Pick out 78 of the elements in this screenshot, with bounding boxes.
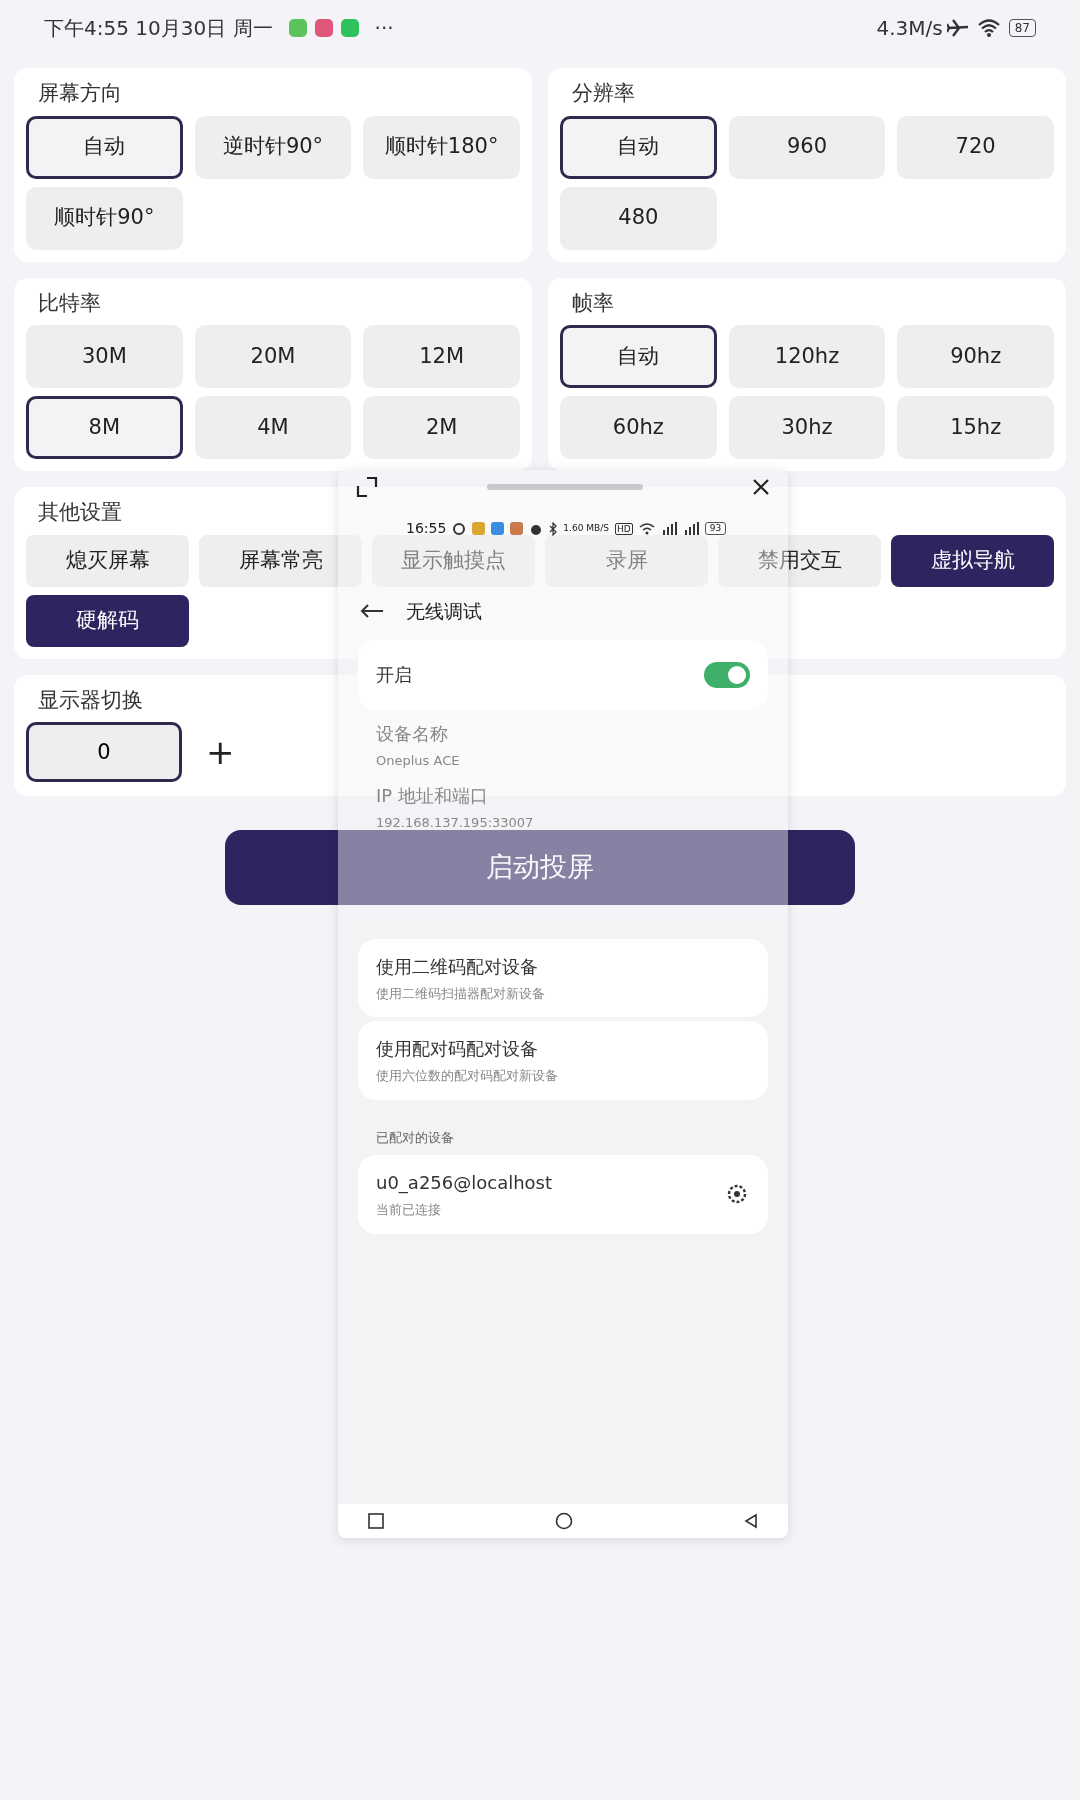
hd-indicator: HD — [614, 522, 633, 535]
option-button[interactable]: 逆时针90° — [194, 115, 352, 179]
add-button[interactable]: + — [206, 735, 235, 769]
option-button[interactable]: 720 — [897, 115, 1054, 179]
toggle-switch[interactable] — [704, 661, 750, 688]
battery-indicator: 93 — [704, 522, 727, 535]
device-status: 当前已连接 — [376, 1201, 442, 1219]
toggle-button[interactable]: 屏幕常亮 — [199, 534, 362, 587]
toggle-button[interactable]: 录屏 — [545, 534, 708, 587]
toggle-row[interactable]: 开启 — [358, 639, 768, 710]
option-button[interactable]: 20M — [194, 325, 352, 388]
option-button[interactable]: 自动 — [560, 325, 717, 388]
item-title: 使用配对码配对设备 — [376, 1037, 539, 1061]
airplane-icon — [946, 18, 969, 38]
section-title: 帧率 — [572, 289, 614, 317]
option-button[interactable]: 60hz — [560, 396, 717, 459]
item-title: 使用二维码配对设备 — [376, 954, 539, 979]
recents-button[interactable] — [368, 1513, 384, 1529]
item-title: IP 地址和端口 — [376, 784, 489, 808]
list-item[interactable]: 使用配对码配对设备 使用六位数的配对码配对新设备 — [358, 1021, 768, 1100]
back-arrow-icon[interactable] — [360, 603, 384, 620]
item-subtitle: 使用二维码扫描器配对新设备 — [376, 984, 546, 1003]
network-speed: 4.3M/s — [876, 15, 943, 42]
toggle-button[interactable]: 硬解码 — [26, 594, 189, 647]
option-button[interactable]: 960 — [728, 115, 886, 179]
toggle-button[interactable]: 熄灭屏幕 — [26, 534, 189, 587]
option-button[interactable]: 自动 — [26, 115, 183, 179]
section-title: 显示器切换 — [38, 686, 143, 714]
more-indicator: ··· — [374, 15, 394, 42]
wifi-icon — [638, 522, 655, 535]
item-subtitle: Oneplus ACE — [376, 751, 461, 770]
option-button[interactable]: 90hz — [897, 325, 1054, 388]
data-speed: 1.60 MB/S — [563, 521, 609, 535]
start-button[interactable]: 启动投屏 — [225, 830, 855, 905]
paired-device-item[interactable]: u0_a256@localhost 当前已连接 — [358, 1155, 768, 1234]
battery-indicator: 87 — [1008, 19, 1036, 37]
option-button[interactable]: 顺时针90° — [26, 186, 183, 250]
item-subtitle: 192.168.137.195:33007 — [376, 814, 535, 832]
section-header: 已配对的设备 — [376, 1128, 455, 1147]
app-icon[interactable] — [314, 19, 333, 37]
drag-handle[interactable] — [487, 484, 643, 490]
option-button[interactable]: 2M — [363, 396, 520, 459]
item-subtitle: 使用六位数的配对码配对新设备 — [376, 1067, 559, 1085]
expand-icon[interactable] — [356, 476, 378, 498]
close-icon[interactable] — [752, 478, 770, 496]
status-time: 下午4:55 10月30日 周一 — [44, 15, 273, 42]
app-icon — [491, 522, 505, 535]
option-button[interactable]: 15hz — [897, 396, 1054, 459]
option-button[interactable]: 30M — [26, 325, 183, 388]
signal-icon — [660, 522, 677, 535]
toggle-button[interactable]: 虚拟导航 — [891, 534, 1054, 587]
back-button[interactable] — [744, 1513, 758, 1529]
option-button[interactable]: 4M — [194, 396, 352, 459]
section-title: 分辨率 — [572, 80, 635, 107]
number-field[interactable]: 0 — [26, 722, 182, 782]
option-button[interactable]: 12M — [363, 325, 520, 388]
option-button[interactable]: 120hz — [728, 325, 886, 388]
option-button[interactable]: 8M — [26, 396, 183, 459]
list-item[interactable]: 设备名称 Oneplus ACE — [358, 709, 768, 772]
section-title: 其他设置 — [38, 499, 122, 526]
section-title: 屏幕方向 — [38, 80, 122, 107]
app-icon — [510, 522, 524, 535]
signal-icon — [682, 522, 699, 535]
app-icon — [472, 522, 486, 535]
wifi-icon — [976, 18, 1001, 38]
page-title: 无线调试 — [406, 599, 482, 624]
home-button[interactable] — [555, 1512, 573, 1530]
toggle-button[interactable]: 禁用交互 — [718, 534, 881, 587]
item-title: 设备名称 — [376, 721, 449, 746]
option-button[interactable]: 自动 — [560, 115, 717, 179]
section-title: 比特率 — [38, 289, 101, 317]
device-name: u0_a256@localhost — [376, 1171, 553, 1196]
option-button[interactable]: 30hz — [728, 396, 886, 459]
option-button[interactable]: 480 — [560, 186, 717, 250]
toggle-label: 开启 — [376, 663, 412, 687]
option-button[interactable]: 顺时针180° — [363, 115, 520, 179]
list-item[interactable]: 使用二维码配对设备 使用二维码扫描器配对新设备 — [358, 938, 768, 1017]
bluetooth-icon — [549, 521, 558, 536]
